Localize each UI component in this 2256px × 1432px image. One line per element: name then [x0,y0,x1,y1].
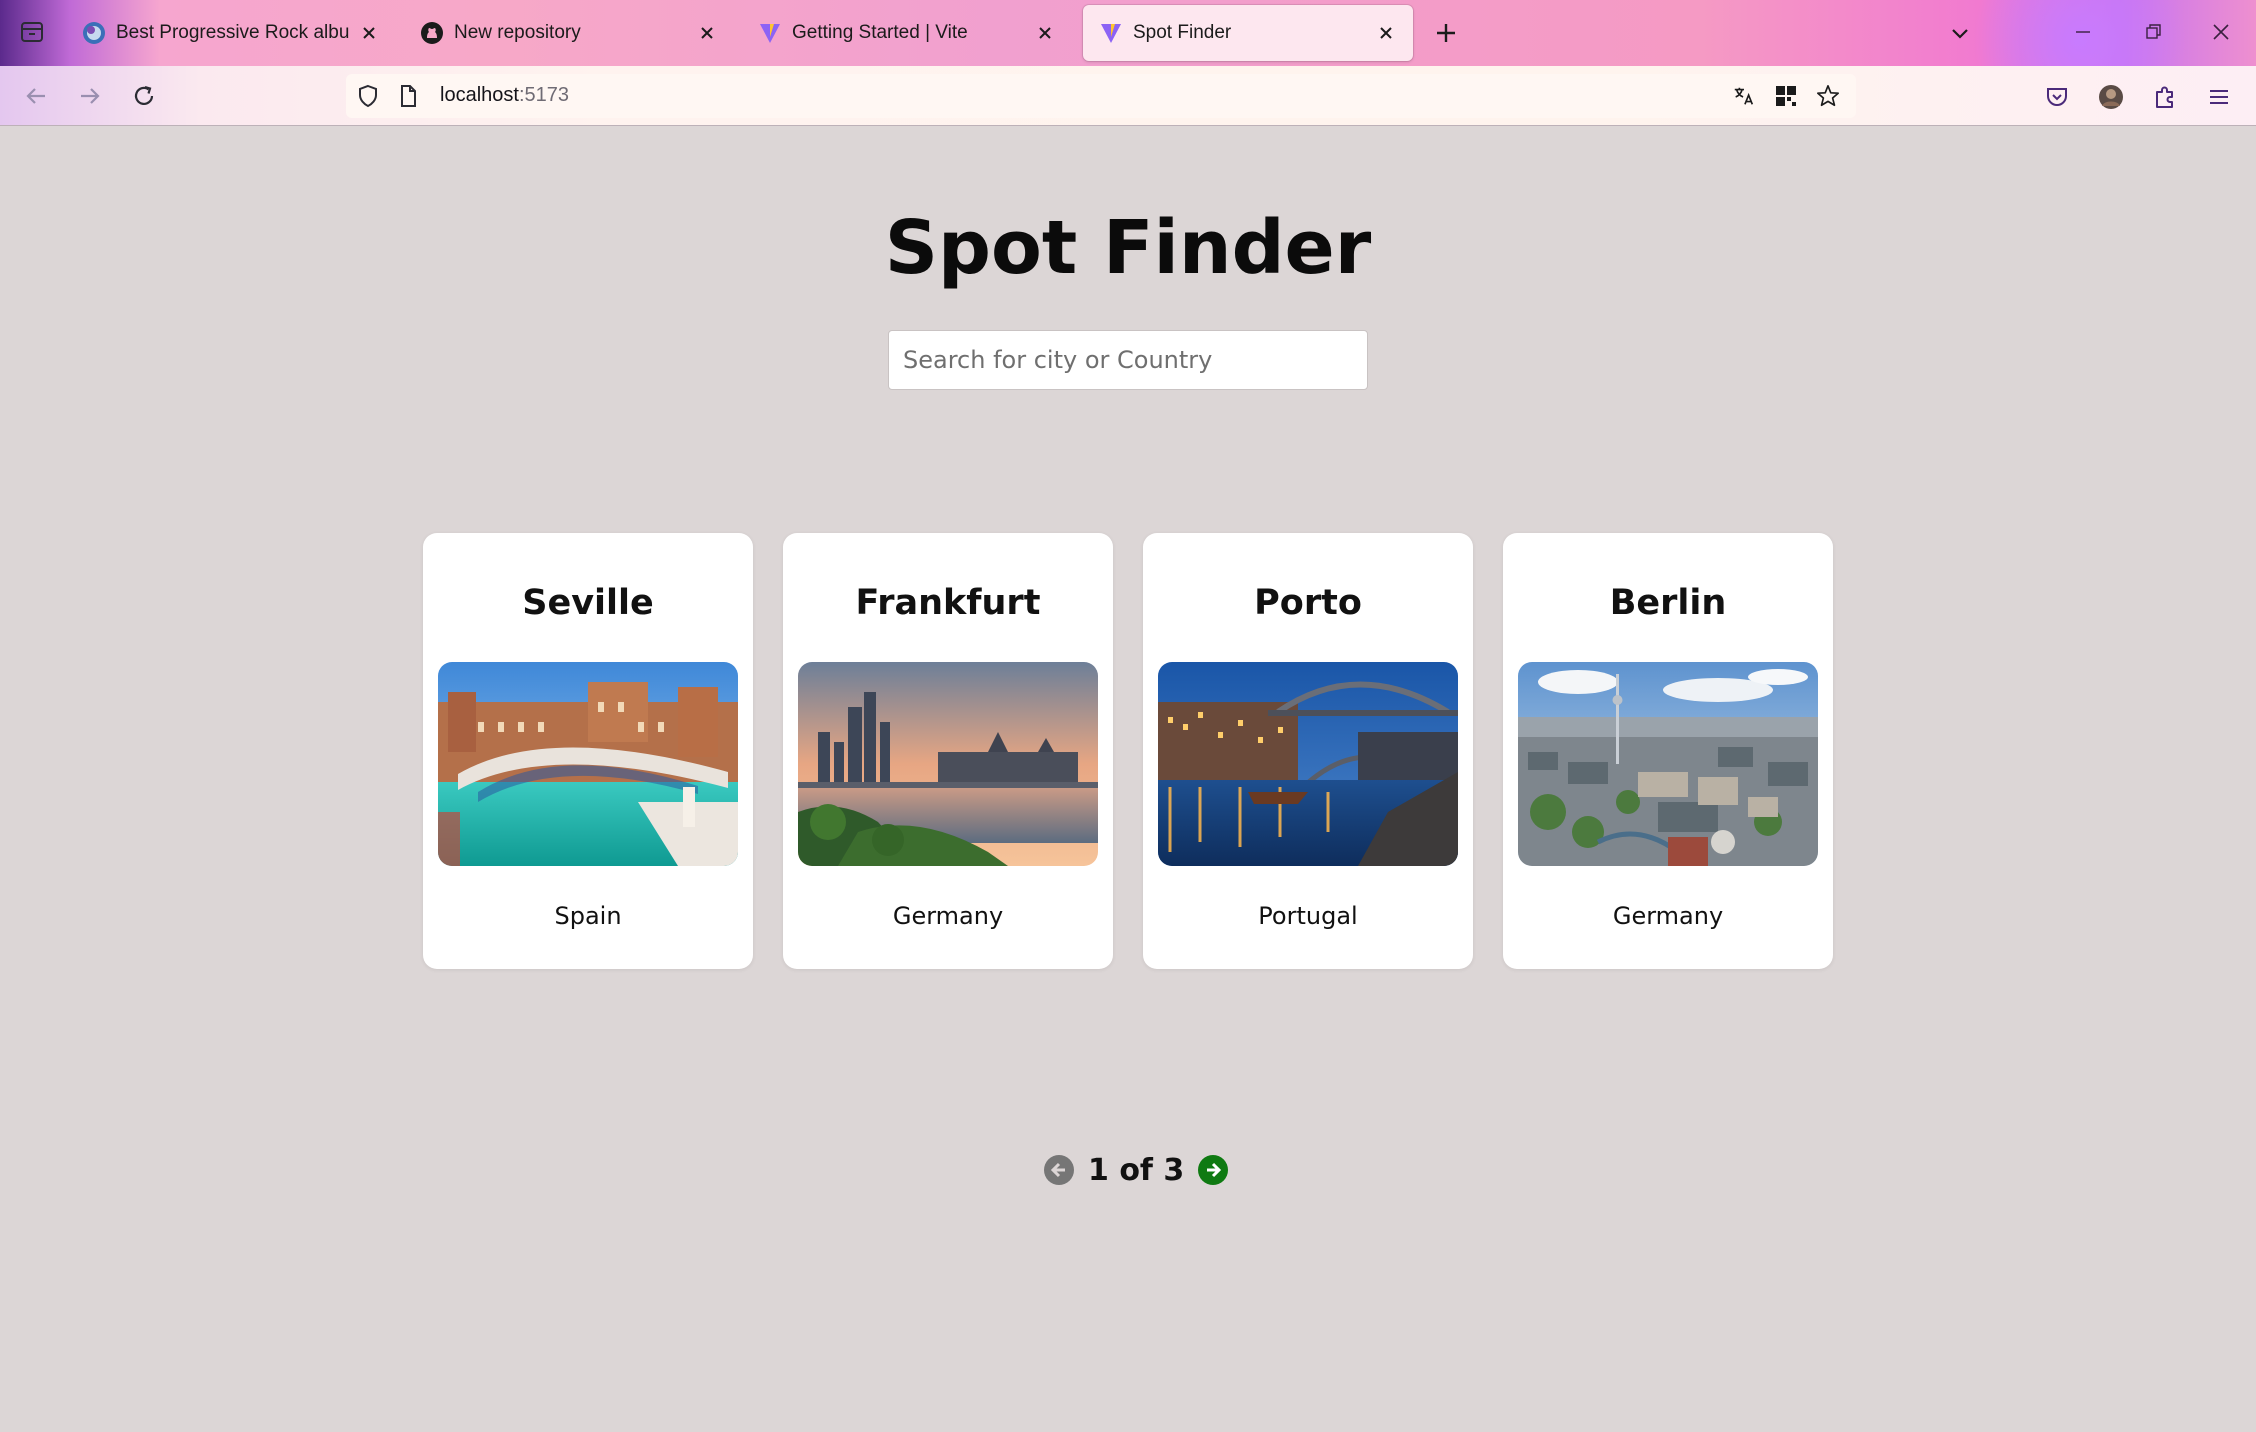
close-icon[interactable] [696,22,718,44]
album-favicon-icon [82,21,106,45]
close-icon[interactable] [358,22,380,44]
country-name: Germany [892,902,1004,930]
city-name: Seville [522,583,654,623]
tab-title: Spot Finder [1133,22,1232,43]
github-icon [420,21,444,45]
city-name: Berlin [1609,583,1727,623]
next-page-button[interactable] [1198,1155,1229,1185]
porto-bridge-night-photo [1158,662,1458,866]
chevron-down-icon [1952,29,1968,39]
plaza-de-espana-photo [438,662,738,866]
berlin-aerial-photo [1518,662,1818,866]
page-icon[interactable] [396,84,420,108]
tab-title: Getting Started | Vite [792,22,968,43]
arrow-right-icon [81,88,100,104]
reload-icon [134,85,154,105]
country-name: Spain [554,902,622,930]
close-icon[interactable] [1375,22,1397,44]
tab-vite-getting-started[interactable]: Getting Started | Vite [742,5,1072,61]
search-input[interactable] [888,330,1368,390]
country-name: Portugal [1258,902,1358,930]
minimize-icon [2076,31,2090,33]
tab-spot-finder[interactable]: Spot Finder [1083,5,1413,61]
url-text: localhost:5173 [440,84,569,107]
frankfurt-skyline-photo [798,662,1098,866]
close-icon [2213,24,2229,40]
forward-button[interactable] [70,76,110,116]
arrow-left-icon [1050,1162,1065,1178]
address-bar[interactable]: localhost:5173 [346,74,1856,118]
qr-code-icon[interactable] [1774,84,1798,108]
minimize-button[interactable] [2060,10,2106,54]
tab-prog-rock[interactable]: Best Progressive Rock albums o [66,5,396,61]
menu-icon[interactable] [2206,84,2232,110]
url-host: localhost [440,84,519,106]
city-card-porto[interactable]: Porto Portugal [1143,533,1473,969]
pocket-icon[interactable] [2044,84,2070,110]
list-all-tabs-button[interactable] [1942,15,1978,51]
arrow-right-icon [1207,1162,1222,1178]
pagination: 1 of 3 [1044,1150,1229,1190]
arrow-left-icon [26,88,45,104]
account-avatar-icon[interactable] [2098,84,2124,110]
vite-icon [758,21,782,45]
shield-icon[interactable] [356,84,380,108]
plus-icon [1437,24,1455,42]
firefox-view-icon [21,22,43,42]
country-name: Germany [1612,902,1724,930]
close-icon[interactable] [1034,22,1056,44]
city-card-frankfurt[interactable]: Frankfurt Germany [783,533,1113,969]
navigation-toolbar: localhost:5173 [0,66,2256,126]
city-card-seville[interactable]: Seville Spain [423,533,753,969]
city-card-berlin[interactable]: Berlin Germany [1503,533,1833,969]
page-indicator: 1 of 3 [1088,1152,1185,1188]
url-port: :5173 [518,84,569,106]
new-tab-button[interactable] [1428,15,1464,51]
firefox-view-button[interactable] [14,14,50,50]
page-title: Spot Finder [884,205,1372,291]
city-name: Frankfurt [855,583,1041,623]
restore-icon [2146,24,2161,39]
translate-icon[interactable] [1732,84,1756,108]
close-window-button[interactable] [2198,10,2244,54]
city-name: Porto [1254,583,1362,623]
tab-title: New repository [454,22,581,43]
back-button[interactable] [16,76,56,116]
restore-button[interactable] [2130,10,2176,54]
tab-title: Best Progressive Rock albums o [116,22,350,43]
tab-new-repository[interactable]: New repository [404,5,734,61]
page-content: Spot Finder Seville [0,127,2256,1432]
tab-bar: Best Progressive Rock albums o New repos… [0,0,2256,120]
star-icon[interactable] [1816,84,1840,108]
extensions-icon[interactable] [2152,84,2178,110]
previous-page-button[interactable] [1044,1155,1074,1185]
vite-icon [1099,21,1123,45]
reload-button[interactable] [124,76,164,116]
